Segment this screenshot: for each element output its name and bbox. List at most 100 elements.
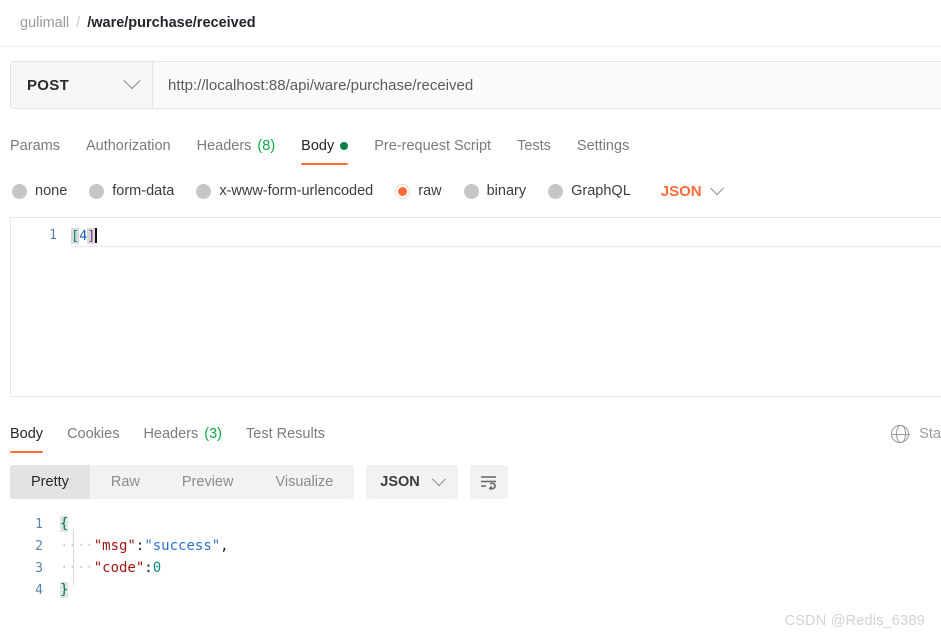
body-type-graphql-label: GraphQL [571, 183, 631, 199]
chevron-down-icon [709, 181, 724, 196]
breadcrumb: gulimall / /ware/purchase/received [0, 0, 941, 47]
tab-pre-request-script[interactable]: Pre-request Script [374, 138, 491, 165]
response-line: 3 ···· "code": 0 [0, 557, 941, 579]
view-mode-raw[interactable]: Raw [90, 465, 161, 499]
response-view-toolbar: Pretty Raw Preview Visualize JSON [0, 465, 941, 499]
response-body-viewer[interactable]: 1 { 2 ···· "msg": "success", 3 ···· "code"… [0, 513, 941, 601]
response-tab-test-results[interactable]: Test Results [246, 426, 325, 453]
request-body-content: [4] [71, 227, 97, 244]
tab-headers[interactable]: Headers (8) [197, 138, 276, 165]
radio-urlencoded-icon [196, 183, 212, 199]
response-tab-cookies[interactable]: Cookies [67, 426, 119, 453]
radio-binary-icon [463, 183, 479, 199]
response-tab-headers-label: Headers [143, 426, 199, 442]
body-type-none[interactable]: none [12, 183, 67, 199]
tab-tests[interactable]: Tests [517, 138, 551, 165]
body-type-form-data-label: form-data [112, 183, 175, 199]
url-input[interactable]: http://localhost:88/api/ware/purchase/re… [153, 62, 941, 108]
indent-guide: ···· [60, 560, 94, 576]
response-tab-headers[interactable]: Headers (3) [143, 426, 222, 453]
view-mode-visualize[interactable]: Visualize [254, 465, 354, 499]
response-format-selector[interactable]: JSON [366, 465, 458, 499]
body-format-selector[interactable]: JSON [660, 181, 724, 200]
body-type-form-data[interactable]: form-data [89, 183, 174, 199]
response-line-number: 1 [35, 516, 43, 532]
tab-headers-label: Headers [196, 138, 252, 154]
radio-raw-icon [395, 183, 411, 199]
body-type-urlencoded[interactable]: x-www-form-urlencoded [196, 183, 373, 199]
token-bracket-open: [ [71, 227, 80, 244]
body-type-binary[interactable]: binary [463, 183, 526, 199]
request-line-number: 1 [49, 228, 57, 243]
response-status-text: Sta [919, 426, 941, 442]
json-colon: : [144, 560, 153, 576]
tab-body-label: Body [301, 138, 335, 154]
chevron-down-icon [431, 472, 446, 487]
word-wrap-icon [481, 476, 497, 490]
fold-rail [73, 529, 74, 585]
response-line-number: 3 [35, 560, 43, 576]
response-line: 4 } [0, 579, 941, 601]
response-line-number: 2 [35, 538, 43, 554]
response-tab-body-label: Body [10, 426, 44, 442]
body-type-none-label: none [35, 183, 68, 199]
breadcrumb-request-name[interactable]: /ware/purchase/received [87, 15, 255, 31]
http-method-label: POST [27, 76, 70, 94]
response-line-number: 4 [35, 582, 43, 598]
request-tab-bar: Params Authorization Headers (8) Body Pr… [0, 121, 941, 165]
tab-body[interactable]: Body [301, 138, 349, 165]
json-colon: : [135, 538, 145, 554]
response-view-mode-group: Pretty Raw Preview Visualize [10, 465, 355, 499]
tab-pre-request-script-label: Pre-request Script [374, 138, 492, 154]
token-brace-open: { [60, 516, 69, 532]
view-mode-visualize-label: Visualize [275, 474, 334, 490]
response-line: 2 ···· "msg": "success", [0, 535, 941, 557]
view-mode-pretty[interactable]: Pretty [10, 465, 90, 499]
breadcrumb-separator: / [76, 15, 81, 31]
url-bar: POST http://localhost:88/api/ware/purcha… [10, 61, 941, 109]
response-tab-body[interactable]: Body [10, 426, 44, 453]
watermark: CSDN @Redis_6389 [784, 613, 925, 629]
view-mode-preview-label: Preview [181, 474, 234, 490]
tab-authorization-label: Authorization [85, 138, 171, 154]
breadcrumb-collection[interactable]: gulimall [20, 15, 69, 31]
body-type-raw[interactable]: raw [395, 183, 442, 199]
request-body-editor[interactable]: 1 [4] [10, 217, 941, 397]
chevron-down-icon [123, 72, 141, 90]
json-value: "success" [144, 538, 221, 554]
view-mode-pretty-label: Pretty [31, 474, 69, 490]
body-type-graphql[interactable]: GraphQL [548, 183, 631, 199]
radio-graphql-icon [548, 183, 564, 199]
tab-params-label: Params [10, 138, 60, 154]
response-status-area: Sta [890, 424, 941, 444]
view-mode-preview[interactable]: Preview [161, 465, 255, 499]
response-tab-test-results-label: Test Results [246, 426, 325, 442]
globe-icon [890, 424, 910, 444]
response-line: 1 { [0, 513, 941, 535]
response-format-label: JSON [380, 474, 420, 490]
tab-tests-label: Tests [517, 138, 551, 154]
radio-none-icon [12, 183, 27, 199]
word-wrap-button[interactable] [469, 465, 508, 499]
response-tab-bar: Body Cookies Headers (3) Test Results St… [0, 411, 941, 453]
json-key: "msg" [93, 538, 136, 554]
request-editor-line: 1 [4] [11, 225, 941, 247]
tab-settings[interactable]: Settings [577, 138, 629, 165]
tab-authorization[interactable]: Authorization [86, 138, 171, 165]
http-method-selector[interactable]: POST [11, 62, 153, 108]
response-tab-headers-count: (3) [204, 426, 222, 442]
tab-params[interactable]: Params [10, 138, 60, 165]
tab-headers-count: (8) [257, 138, 276, 154]
radio-form-data-icon [89, 183, 105, 199]
json-value: 0 [152, 560, 162, 576]
token-brace-close: } [60, 582, 69, 598]
json-key: "code" [93, 560, 145, 576]
json-comma: , [220, 538, 229, 554]
body-type-urlencoded-label: x-www-form-urlencoded [219, 183, 374, 199]
token-bracket-close: ] [87, 227, 96, 244]
body-type-raw-label: raw [418, 183, 442, 199]
response-tab-cookies-label: Cookies [67, 426, 120, 442]
tab-settings-label: Settings [576, 138, 630, 154]
body-modified-dot-icon [340, 142, 349, 150]
body-format-label: JSON [660, 182, 702, 200]
